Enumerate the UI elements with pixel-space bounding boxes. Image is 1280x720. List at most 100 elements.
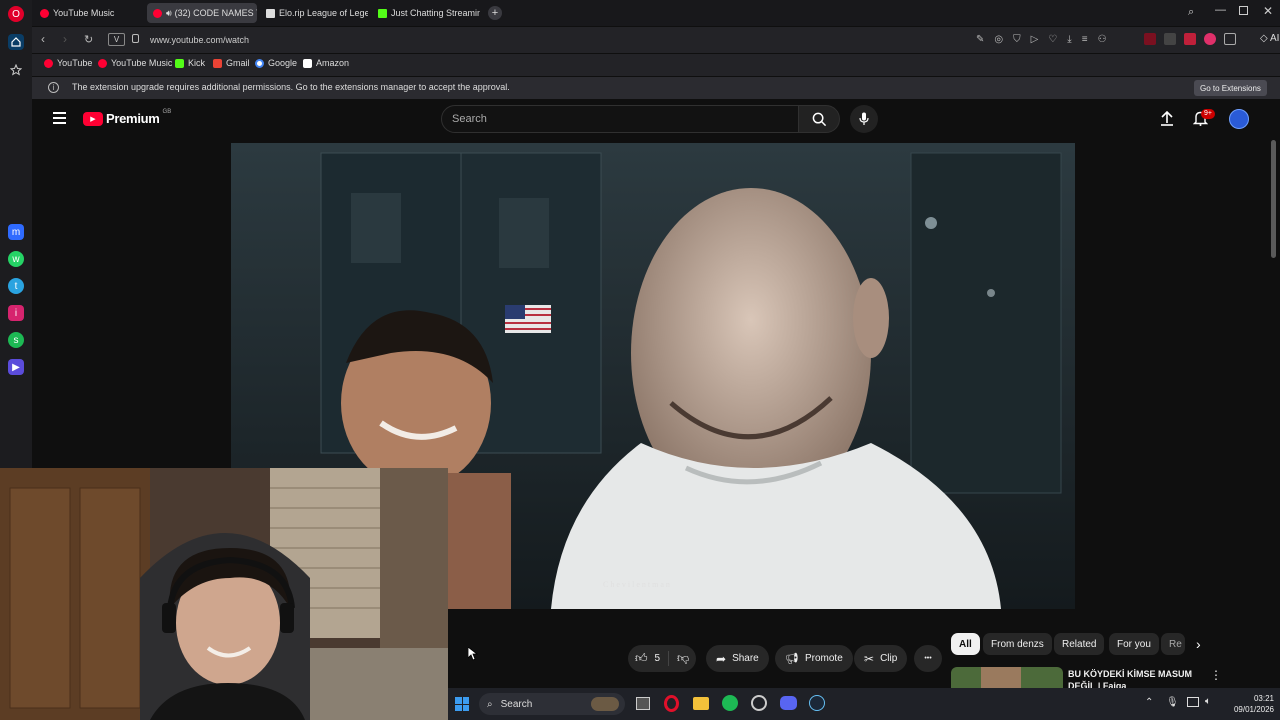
video-watermark: Chevilentman	[603, 580, 672, 589]
promote-button[interactable]: 📢︎ Promote	[775, 645, 853, 672]
close-icon[interactable]: ✕	[1263, 4, 1273, 18]
bookmark-youtube[interactable]: YouTube	[44, 58, 92, 68]
file-explorer-icon[interactable]	[693, 697, 709, 710]
go-to-extensions-button[interactable]: Go to Extensions	[1194, 80, 1267, 96]
reload-icon[interactable]: ↻	[84, 33, 93, 46]
tab-active-youtube[interactable]: 🔊︎ (32) CODE NAMES YA	[147, 3, 257, 23]
chip-recent[interactable]: Re	[1161, 633, 1185, 655]
chip-from-channel[interactable]: From denzs	[983, 633, 1052, 655]
windows-start-icon[interactable]	[455, 697, 469, 711]
instagram-icon[interactable]: i	[8, 305, 24, 321]
download-icon[interactable]: ⤓	[1067, 34, 1071, 45]
vpn-badge[interactable]: V	[108, 33, 125, 46]
scrollbar-thumb[interactable]	[1271, 140, 1276, 258]
dislike-button[interactable]: 👎︎	[669, 651, 689, 666]
more-actions-button[interactable]: •••	[914, 645, 942, 672]
home-icon[interactable]	[8, 34, 24, 50]
player-icon[interactable]: ▶	[8, 359, 24, 375]
search-button[interactable]	[798, 105, 840, 133]
scissors-icon: ✂︎	[864, 651, 875, 666]
bookmark-label: Gmail	[226, 58, 250, 68]
tab-label: YouTube Music	[53, 8, 115, 18]
spotify-taskbar-icon[interactable]	[722, 695, 738, 711]
notifications-badge: 9+	[1201, 109, 1215, 119]
chip-all[interactable]: All	[951, 633, 980, 655]
share-button[interactable]: ➦ Share	[706, 645, 769, 672]
minimize-icon[interactable]: —	[1215, 4, 1226, 16]
chip-related[interactable]: Related	[1054, 633, 1105, 655]
clock[interactable]: 03:21 09/01/2026	[1224, 693, 1274, 715]
star-icon[interactable]	[8, 62, 24, 78]
extension-icon[interactable]	[1184, 33, 1196, 45]
tray-chevron-icon[interactable]: ⌃	[1145, 697, 1153, 708]
profile-icon[interactable]: ⚇	[1098, 34, 1107, 45]
back-icon[interactable]: ‹	[41, 32, 45, 46]
create-icon[interactable]	[1160, 110, 1174, 131]
microphone-icon	[859, 112, 869, 125]
puzzle-icon[interactable]	[1224, 33, 1236, 45]
taskbar-search[interactable]: ⌕ Search	[479, 693, 625, 715]
discord-icon[interactable]	[780, 696, 797, 710]
bookmark-kick[interactable]: Kick	[175, 58, 205, 68]
menu-icon[interactable]	[53, 112, 66, 124]
voice-search-button[interactable]	[850, 105, 878, 133]
tab-elo-rip[interactable]: Elo.rip League of Legends	[260, 3, 368, 23]
extension-icon[interactable]	[1164, 33, 1176, 45]
list-icon[interactable]: ≡	[1082, 34, 1088, 45]
url-field[interactable]: www.youtube.com/watch	[150, 31, 249, 49]
play-icon[interactable]: ▷	[1031, 34, 1039, 45]
bookmark-youtube-music[interactable]: YouTube Music	[98, 58, 172, 68]
bookmarks-bar: YouTube YouTube Music Kick Gmail Google …	[32, 54, 1280, 76]
heart-icon[interactable]: ♡	[1048, 34, 1057, 45]
tab-bar: YouTube Music 🔊︎ (32) CODE NAMES YA Elo.…	[32, 0, 1280, 26]
search-icon: ⌕	[487, 698, 493, 710]
aria-icon: ◇	[1260, 33, 1268, 44]
thumbnail-figure	[981, 667, 1021, 688]
like-button[interactable]: 👍︎ 5	[628, 651, 669, 666]
extension-icon[interactable]	[1204, 33, 1216, 45]
lock-icon[interactable]	[132, 34, 139, 43]
volume-icon[interactable]: 🔈︎	[1205, 696, 1211, 707]
avatar[interactable]	[1229, 109, 1249, 129]
maximize-icon[interactable]	[1239, 6, 1248, 15]
youtube-logo[interactable]: ▶ Premium GB	[83, 109, 171, 126]
youtube-music-icon	[98, 58, 107, 68]
edit-icon[interactable]: ✎	[976, 34, 984, 45]
bookmark-amazon[interactable]: Amazon	[303, 58, 349, 68]
bookmark-label: Amazon	[316, 58, 350, 68]
opera-taskbar-icon[interactable]	[664, 695, 679, 712]
network-icon[interactable]	[1187, 697, 1199, 707]
bookmark-google[interactable]: Google	[255, 58, 297, 68]
clock-app-icon[interactable]	[751, 695, 767, 711]
opera-logo-icon[interactable]: O	[8, 6, 24, 22]
shield-icon[interactable]: ⛉	[1013, 34, 1021, 45]
youtube-play-icon: ▶	[83, 111, 103, 126]
messenger-icon[interactable]: m	[8, 224, 24, 240]
speaker-icon[interactable]: 🔊︎	[166, 8, 172, 19]
spotify-icon[interactable]: s	[8, 332, 24, 348]
chevron-right-icon[interactable]: ›	[1196, 636, 1201, 652]
gmail-icon	[213, 58, 222, 68]
bookmark-gmail[interactable]: Gmail	[213, 58, 250, 68]
clip-button[interactable]: ✂︎ Clip	[854, 645, 908, 672]
tab-kick[interactable]: Just Chatting Streaming -	[372, 3, 480, 23]
amazon-icon	[303, 58, 312, 68]
chip-for-you[interactable]: For you	[1109, 633, 1159, 655]
new-tab-button[interactable]: +	[488, 6, 502, 20]
clock-time: 03:21	[1253, 694, 1274, 703]
search-tabs-icon[interactable]: ⌕	[1188, 6, 1194, 19]
camera-icon[interactable]: ◎	[994, 34, 1003, 45]
forward-icon[interactable]: ›	[63, 32, 67, 46]
recommendation-title[interactable]: BU KÖYDEKİ KİMSE MASUM DEĞİL | Faiga	[1068, 668, 1198, 688]
microphone-tray-icon[interactable]: 🎙︎	[1166, 697, 1179, 708]
kebab-menu-icon[interactable]: ⋮	[1210, 668, 1222, 682]
extension-icon[interactable]	[1144, 33, 1156, 45]
tab-youtube-music[interactable]: YouTube Music	[34, 3, 144, 23]
telegram-icon[interactable]: t	[8, 278, 24, 294]
steam-icon[interactable]	[809, 695, 825, 711]
task-view-icon[interactable]	[636, 697, 650, 710]
recommendation-thumbnail[interactable]	[951, 667, 1063, 688]
ai-button[interactable]: ◇ AI	[1260, 33, 1279, 44]
search-input[interactable]: Search	[441, 105, 799, 133]
whatsapp-icon[interactable]: w	[8, 251, 24, 267]
